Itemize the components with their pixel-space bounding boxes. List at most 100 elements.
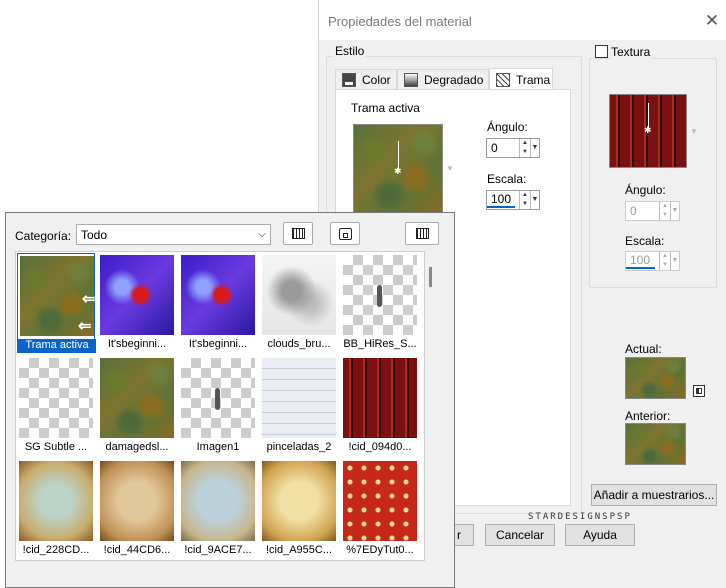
brush-mark — [377, 285, 382, 307]
catalog-items: Trama activa It'sbeginni... It'sbeginni...… — [17, 253, 425, 559]
escala-value[interactable]: 100 — [487, 192, 515, 208]
catalog-item-thumbnail — [343, 255, 417, 335]
save-button[interactable] — [330, 222, 360, 245]
catalog-item-caption: It'sbeginni... — [107, 338, 167, 350]
category-select[interactable]: Todo ⌵ — [76, 224, 271, 245]
scrollbar-thumb[interactable] — [429, 267, 432, 287]
catalog-item-thumbnail — [19, 461, 93, 541]
swap-grid-icon[interactable] — [693, 385, 705, 397]
textura-angulo-value: 0 — [630, 204, 637, 218]
anterior-label: Anterior: — [625, 409, 671, 423]
catalog-item[interactable]: SG Subtle ... — [17, 356, 95, 456]
catalog-item[interactable]: damagedsl... — [98, 356, 176, 456]
tab-degradado-label: Degradado — [424, 73, 484, 87]
tab-color-label: Color — [362, 73, 391, 87]
escala-label: Escala: — [487, 172, 527, 186]
close-icon[interactable]: ✕ — [702, 11, 722, 31]
catalog-item[interactable]: !cid_9ACE7... — [179, 459, 257, 559]
escala-up-down-icon[interactable]: ▲ ▼ — [519, 191, 530, 209]
rotation-handle-icon[interactable] — [398, 141, 399, 169]
catalog-scrollbar[interactable] — [426, 251, 436, 561]
catalog-item-caption: Imagen1 — [196, 441, 240, 453]
tab-trama[interactable]: Trama — [489, 68, 553, 90]
catalog-item-caption: !cid_094d0... — [348, 441, 412, 453]
angulo-value[interactable]: 0 — [487, 141, 519, 155]
catalog-item-caption: !cid_A955C... — [265, 544, 333, 556]
catalog-item-caption: !cid_44CD6... — [103, 544, 171, 556]
textura-label[interactable]: Textura — [611, 45, 653, 59]
texture-dropdown-arrow-icon[interactable]: ▼ — [690, 127, 698, 136]
catalog-item[interactable]: Imagen1 — [179, 356, 257, 456]
catalog-item-thumbnail — [262, 255, 336, 335]
catalog-item-thumbnail — [262, 461, 336, 541]
catalog-item-thumbnail — [181, 358, 255, 438]
catalog-item[interactable]: pinceladas_2 — [260, 356, 338, 456]
catalog-item[interactable]: !cid_094d0... — [341, 356, 419, 456]
pattern-icon — [496, 72, 510, 87]
save-icon — [338, 227, 352, 240]
tab-color[interactable]: Color — [335, 69, 397, 90]
escala-dropdown-icon[interactable]: ▼ — [530, 191, 539, 209]
catalog-item-thumbnail — [343, 358, 417, 438]
catalog-item[interactable]: clouds_bru... — [260, 253, 338, 353]
catalog-item-caption: %7EDyTut0... — [346, 544, 414, 556]
catalog-item-caption: clouds_bru... — [267, 338, 331, 350]
catalog-item[interactable]: %7EDyTut0... — [341, 459, 419, 559]
catalog-item[interactable]: BB_HiRes_S... — [341, 253, 419, 353]
add-to-swatches-button[interactable]: Añadir a muestrarios... — [591, 484, 717, 506]
catalog-item-caption: SG Subtle ... — [24, 441, 88, 453]
textura-angulo-spinner[interactable]: 0 ▲ ▼ ▼ — [625, 201, 680, 221]
catalog-item[interactable]: !cid_228CD... — [17, 459, 95, 559]
catalog-item-thumbnail — [100, 255, 174, 335]
angulo-up-down-icon[interactable]: ▲ ▼ — [519, 139, 530, 157]
catalog-item-caption: BB_HiRes_S... — [343, 338, 417, 350]
catalog-item-caption: pinceladas_2 — [266, 441, 332, 453]
watermark-text: STARDESIGNSPSP — [528, 512, 632, 522]
escala-spinner[interactable]: 100 ▲ ▼ ▼ — [486, 190, 540, 210]
catalog-item[interactable]: It'sbeginni... — [179, 253, 257, 353]
trama-activa-label: Trama activa — [351, 101, 420, 115]
catalog-item[interactable]: !cid_44CD6... — [98, 459, 176, 559]
catalog-item[interactable]: It'sbeginni... — [98, 253, 176, 353]
color-swatch-icon — [342, 73, 356, 87]
angulo-dropdown-icon[interactable]: ▼ — [530, 139, 539, 157]
actual-swatch — [625, 357, 686, 399]
catalog-item-caption: It'sbeginni... — [188, 338, 248, 350]
gradient-icon — [404, 73, 418, 87]
category-label: Categoría: — [15, 229, 72, 243]
catalog-item-thumbnail — [181, 255, 255, 335]
help-button[interactable]: Ayuda — [565, 524, 635, 546]
anterior-swatch[interactable] — [625, 423, 686, 465]
chevron-down-icon: ⌵ — [258, 229, 266, 240]
list-view-button[interactable] — [405, 222, 439, 245]
catalog-item[interactable]: !cid_A955C... — [260, 459, 338, 559]
category-value: Todo — [81, 227, 108, 242]
catalog-item-caption: Trama activa — [18, 339, 96, 353]
angulo-label: Ángulo: — [487, 120, 528, 134]
title-bar: Propiedades del material ✕ — [319, 0, 726, 40]
list-view-icon — [415, 228, 429, 239]
texture-preview[interactable]: ✱ — [609, 94, 687, 168]
pattern-dropdown-arrow-icon[interactable]: ▼ — [446, 164, 454, 173]
tab-trama-label: Trama — [516, 72, 551, 87]
catalog-item-caption: !cid_9ACE7... — [184, 544, 252, 556]
catalog-item-thumbnail — [100, 461, 174, 541]
active-pattern-preview[interactable]: ✱ — [353, 124, 443, 214]
estilo-label: Estilo — [333, 44, 367, 58]
tab-degradado[interactable]: Degradado — [397, 69, 489, 90]
catalog-item-caption: damagedsl... — [105, 441, 169, 453]
textura-checkbox[interactable] — [595, 45, 608, 58]
catalog-item-caption: !cid_228CD... — [22, 544, 90, 556]
textura-escala-spinner[interactable]: 100 ▲ ▼ ▼ — [625, 251, 680, 271]
textura-angulo-label: Ángulo: — [625, 183, 666, 197]
textura-escala-value: 100 — [626, 253, 655, 269]
view-grid-button[interactable] — [283, 222, 313, 245]
dialog-title: Propiedades del material — [328, 14, 472, 29]
textura-escala-label: Escala: — [625, 234, 665, 248]
catalog-item-thumbnail — [262, 358, 336, 438]
actual-label: Actual: — [625, 342, 662, 356]
arrow-left-icon-2: ⇐ — [78, 318, 92, 335]
catalog-item-thumbnail — [100, 358, 174, 438]
cancel-button[interactable]: Cancelar — [485, 524, 555, 546]
angulo-spinner[interactable]: 0 ▲ ▼ ▼ — [486, 138, 540, 158]
